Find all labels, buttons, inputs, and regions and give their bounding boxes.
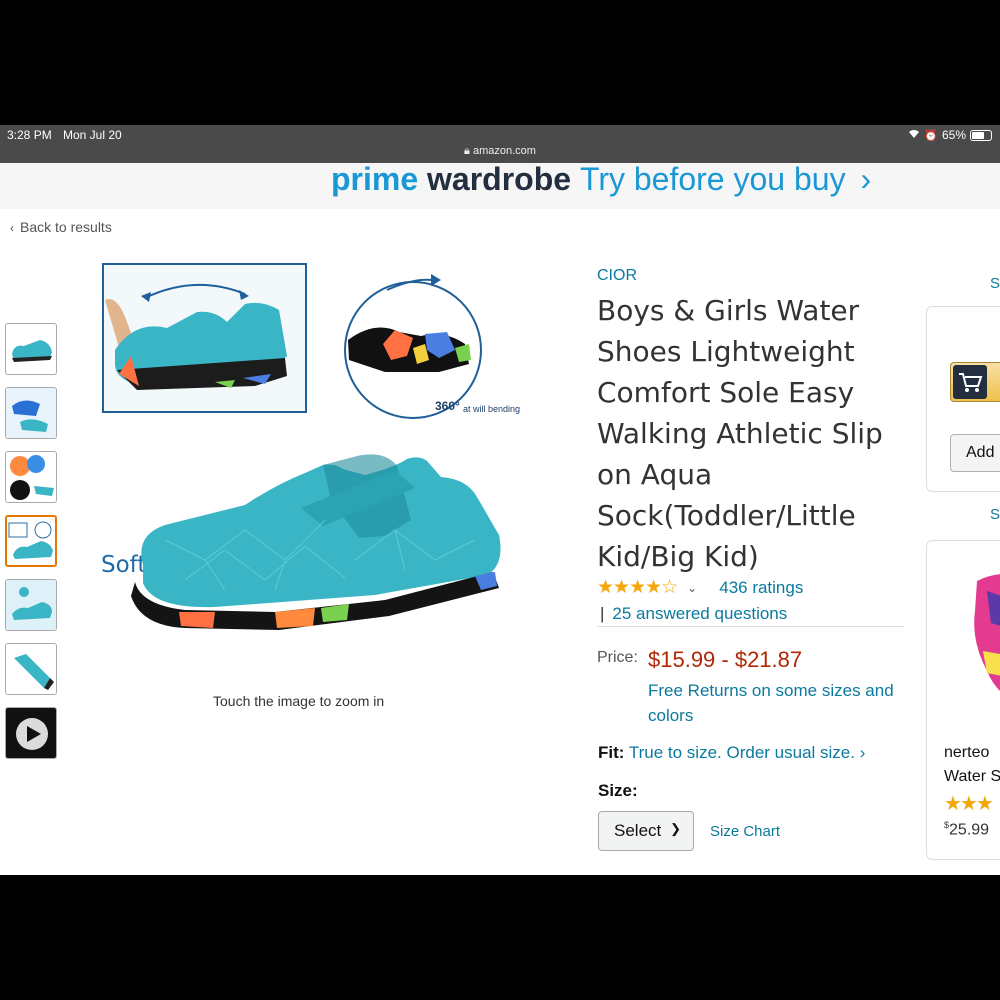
lock-icon: 🔒︎ xyxy=(464,145,470,157)
price-range: $15.99 - $21.87 xyxy=(648,647,803,672)
size-select[interactable]: Select ❯ xyxy=(598,811,694,851)
main-product-image[interactable]: 360° at will bending Soft and easy to be… xyxy=(95,260,535,690)
right-column-link[interactable]: S xyxy=(990,275,1000,292)
product-title: Boys & Girls Water Shoes Lightweight Com… xyxy=(597,294,883,573)
qa-row: | 25 answered questions xyxy=(600,604,787,624)
thumbnail[interactable] xyxy=(5,451,57,503)
battery-percent: 65% xyxy=(941,128,966,142)
badge-360: 360° xyxy=(435,399,460,413)
fit-label: Fit: xyxy=(598,743,625,762)
banner-prime: prime xyxy=(331,161,419,197)
zoom-hint: Touch the image to zoom in xyxy=(213,693,385,709)
thumbnail[interactable] xyxy=(5,643,57,695)
chevron-right-icon: › xyxy=(860,161,872,197)
separator: | xyxy=(600,604,605,623)
divider xyxy=(597,626,904,627)
recommendation-image xyxy=(974,574,1000,691)
thumbnail-active[interactable] xyxy=(5,515,57,567)
chevron-left-icon: ‹ xyxy=(10,221,14,235)
brand-link[interactable]: CIOR xyxy=(597,267,637,285)
banner-tagline: Try before you buy xyxy=(579,161,846,197)
address-bar[interactable]: 🔒︎ amazon.com xyxy=(0,145,1000,158)
thumbnail[interactable] xyxy=(5,387,57,439)
answered-questions-link[interactable]: 25 answered questions xyxy=(612,604,787,623)
thumbnail[interactable] xyxy=(5,323,57,375)
fit-row: Fit: True to size. Order usual size. › xyxy=(598,743,865,763)
alarm-icon: ⏰ xyxy=(924,129,938,142)
rec-title-line: Water S xyxy=(944,768,1000,785)
status-indicators: ⏰ 65% xyxy=(908,128,992,142)
recommendation-title: nerteo Water S xyxy=(944,741,1000,789)
star-rating-icon[interactable]: ★★★★☆ xyxy=(597,576,678,599)
status-bar: 3:28 PM Mon Jul 20 ⏰ 65% 🔒︎ amazon.com xyxy=(0,125,1000,163)
ratings-count-link[interactable]: 436 ratings xyxy=(719,578,803,598)
status-time: 3:28 PM xyxy=(7,128,52,142)
size-chart-link[interactable]: Size Chart xyxy=(710,823,780,840)
video-thumbnail[interactable] xyxy=(5,707,57,759)
add-to-cart-button[interactable] xyxy=(950,362,1000,402)
size-select-value: Select xyxy=(614,821,662,840)
url-text: amazon.com xyxy=(472,145,536,157)
size-label: Size: xyxy=(598,781,638,800)
rating-row: ★★★★☆ ⌄ 436 ratings xyxy=(597,576,803,599)
device-screen: 3:28 PM Mon Jul 20 ⏰ 65% 🔒︎ amazon.com p… xyxy=(0,125,1000,875)
add-to-list-button[interactable]: Add xyxy=(950,434,1000,472)
cart-icon xyxy=(953,365,987,399)
price-label: Price: xyxy=(597,649,638,666)
recommendation-card[interactable]: nerteo Water S ★★★ $25.99 xyxy=(926,540,1000,860)
battery-icon xyxy=(970,129,992,141)
status-date: Mon Jul 20 xyxy=(63,128,122,142)
wifi-icon xyxy=(908,128,920,142)
back-to-results-link[interactable]: ‹ Back to results xyxy=(10,219,112,235)
rec-price-value: 25.99 xyxy=(949,821,990,839)
back-label: Back to results xyxy=(20,219,112,235)
chevron-down-icon[interactable]: ⌄ xyxy=(687,581,697,595)
thumbnail[interactable] xyxy=(5,579,57,631)
rec-star-rating-icon: ★★★ xyxy=(944,793,994,815)
badge-sub: at will bending xyxy=(463,404,520,414)
free-returns-link[interactable]: Free Returns on some sizes and colors xyxy=(648,678,913,728)
banner-wardrobe: wardrobe xyxy=(427,161,572,197)
rec-price: $25.99 xyxy=(944,820,989,839)
chevron-down-icon: ❯ xyxy=(670,821,681,836)
prime-wardrobe-banner[interactable]: prime wardrobe Try before you buy › xyxy=(0,163,1000,209)
rec-title-line: nerteo xyxy=(944,744,990,761)
right-column-link[interactable]: S xyxy=(990,506,1000,523)
fit-link[interactable]: True to size. Order usual size. › xyxy=(629,743,866,762)
